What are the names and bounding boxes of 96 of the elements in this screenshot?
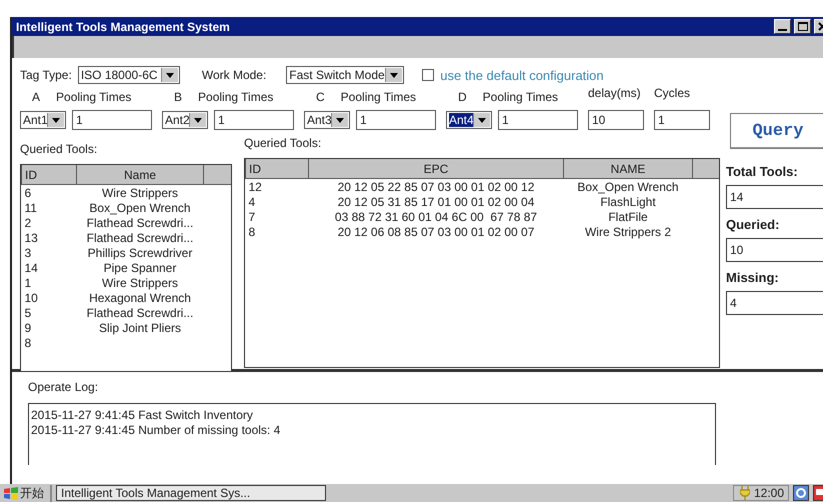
windows-flag-icon xyxy=(4,486,18,500)
table-cell: 2 xyxy=(24,216,32,230)
pooling-times-label: Pooling Times xyxy=(482,90,558,104)
column-header xyxy=(204,165,231,184)
table-cell: 13 xyxy=(24,230,38,244)
pooling-times-label: Pooling Times xyxy=(56,90,132,104)
column-header[interactable]: ID xyxy=(22,165,76,184)
maximize-icon xyxy=(798,22,808,31)
table-cell: Phillips Screwdriver xyxy=(88,246,192,260)
start-button[interactable]: 开始 xyxy=(0,484,52,502)
log-label: Operate Log: xyxy=(28,380,100,394)
table-cell: Slip Joint Pliers xyxy=(98,320,182,334)
table-cell: Pipe Spanner xyxy=(104,260,176,274)
caret-icon xyxy=(478,118,486,122)
column-header[interactable]: Name xyxy=(76,165,204,184)
antenna-dropdown[interactable]: Ant2 xyxy=(162,111,208,129)
table-cell: 20 12 06 08 85 07 03 00 01 02 00 07 xyxy=(338,224,534,238)
caret-icon xyxy=(390,72,398,78)
caret-icon xyxy=(166,72,174,78)
table-cell: Flathead Screwdri... xyxy=(86,216,194,230)
default-config-checkbox[interactable] xyxy=(422,69,434,81)
pooling-times-label: Pooling Times xyxy=(198,90,274,104)
pooling-times-field[interactable]: 1 xyxy=(356,110,436,130)
cycles-field[interactable]: 1 xyxy=(654,110,710,130)
table-cell: 3 xyxy=(24,246,32,260)
delay-field[interactable]: 10 xyxy=(588,110,644,130)
column-header[interactable]: ID xyxy=(246,159,308,178)
stat-field: 10 xyxy=(726,238,823,262)
table-cell: 10 xyxy=(24,290,38,304)
table-cell: 8 xyxy=(24,336,32,350)
minimize-icon xyxy=(778,29,787,31)
plug-icon xyxy=(740,486,750,500)
queried-tools-label: Queried Tools: xyxy=(20,142,98,158)
table-cell: FlashLight xyxy=(600,194,656,208)
antenna-dropdown[interactable]: Ant3 xyxy=(304,111,350,129)
work-mode-label: Work Mode: xyxy=(202,68,266,82)
stat-field: 4 xyxy=(726,291,823,315)
table-cell: Box_Open Wrench xyxy=(89,200,191,214)
maximize-button[interactable] xyxy=(794,19,811,34)
table-cell: Hexagonal Wrench xyxy=(89,290,191,304)
caret-icon xyxy=(52,118,60,122)
table-cell: 5 xyxy=(24,306,32,320)
table-cell: Flathead Screwdri... xyxy=(86,306,194,320)
column-header[interactable]: EPC xyxy=(308,159,564,178)
window-title: Intelligent Tools Management System xyxy=(16,20,231,34)
table-cell: Wire Strippers 2 xyxy=(584,224,672,238)
app-icon[interactable] xyxy=(813,485,823,501)
table-cell: Flathead Screwdri... xyxy=(86,230,194,244)
column-header[interactable]: NAME xyxy=(564,159,692,178)
table-cell: 12 xyxy=(248,180,262,194)
table-cell: Box_Open Wrench xyxy=(577,180,679,194)
antenna-label: C xyxy=(316,90,325,104)
tag-type-label: Tag Type: xyxy=(20,68,72,82)
caret-icon xyxy=(194,118,202,122)
table-cell: 4 xyxy=(248,194,256,208)
log-line: 2015-11-27 9:41:45 Fast Switch Inventory xyxy=(31,408,254,423)
stat-label: Total Tools: xyxy=(726,164,799,179)
table-cell: 20 12 05 22 85 07 03 00 01 02 00 12 xyxy=(338,180,534,194)
pooling-times-field[interactable]: 1 xyxy=(498,110,578,130)
pooling-times-field[interactable]: 1 xyxy=(72,110,152,130)
log-line: 2015-11-27 9:41:45 Number of missing tools: 4 xyxy=(31,423,282,438)
table-cell: 03 88 72 31 60 01 04 6C 00 67 78 87 xyxy=(334,210,538,224)
query-button[interactable]: Query xyxy=(730,113,823,149)
table-cell: 8 xyxy=(248,224,256,238)
taskbar-window-button[interactable]: Intelligent Tools Management Sys... xyxy=(56,485,326,501)
table-cell: 1 xyxy=(24,276,32,290)
queried-tools-label: Queried Tools: xyxy=(244,136,322,152)
antenna-label: B xyxy=(174,90,182,104)
stat-label: Missing: xyxy=(726,270,780,285)
column-header xyxy=(692,159,719,178)
table-cell: 6 xyxy=(24,186,32,200)
table-cell: Wire Strippers xyxy=(102,186,178,200)
stat-field: 14 xyxy=(726,185,823,209)
table-cell: 11 xyxy=(24,200,37,214)
table-cell: 7 xyxy=(248,210,256,224)
delay-label: delay(ms) xyxy=(588,86,642,102)
table-cell: 20 12 05 31 85 17 01 00 01 02 00 04 xyxy=(338,194,534,208)
table-cell: 9 xyxy=(24,320,32,334)
app-icon[interactable] xyxy=(793,485,809,501)
antenna-dropdown[interactable]: Ant4 xyxy=(446,111,492,129)
table-cell: FlatFile xyxy=(608,210,648,224)
antenna-label: A xyxy=(32,90,40,104)
table-cell: 14 xyxy=(24,260,38,274)
pooling-times-field[interactable]: 1 xyxy=(214,110,294,130)
antenna-dropdown[interactable]: Ant1 xyxy=(20,111,66,129)
pooling-times-label: Pooling Times xyxy=(340,90,416,104)
stat-label: Queried: xyxy=(726,217,780,232)
minimize-button[interactable] xyxy=(774,19,791,34)
clock: 12:00 xyxy=(754,486,784,500)
cycles-label: Cycles xyxy=(654,86,692,102)
work-mode-dropdown[interactable]: Fast Switch Mode xyxy=(286,66,404,84)
table-cell: Wire Strippers xyxy=(102,276,178,290)
caret-icon xyxy=(336,118,344,122)
antenna-label: D xyxy=(458,90,467,104)
default-config-label[interactable]: use the default configuration xyxy=(440,68,604,82)
tag-type-dropdown[interactable]: ISO 18000-6C xyxy=(78,66,180,84)
